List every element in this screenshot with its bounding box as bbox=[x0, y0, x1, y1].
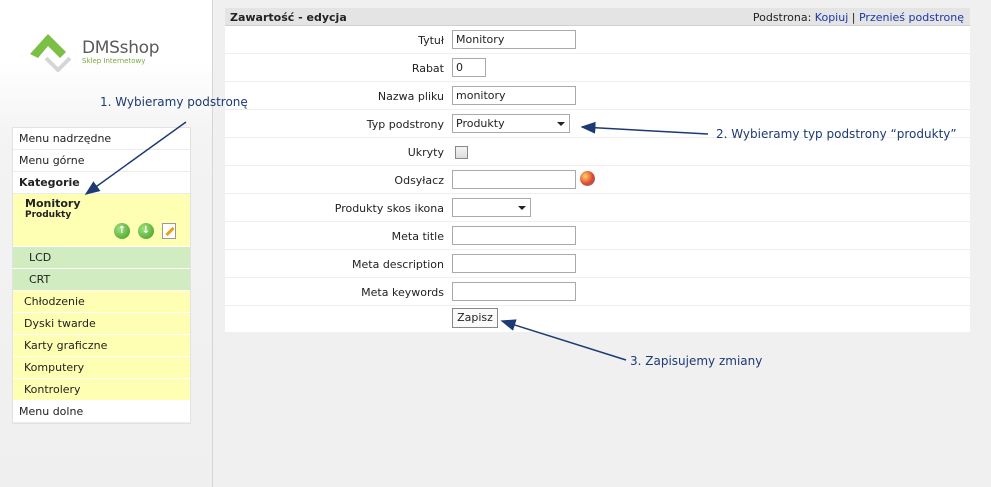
logo-text: DMSshop bbox=[82, 38, 160, 58]
edit-icon[interactable] bbox=[162, 223, 176, 239]
sidebar-item-menu-nadrzedne[interactable]: Menu nadrzędne bbox=[13, 128, 190, 150]
move-down-icon[interactable]: ↓ bbox=[138, 223, 154, 239]
row-skos: Produkty skos ikona bbox=[225, 194, 970, 222]
panel-links: Podstrona: Kopiuj | Przenieś podstronę bbox=[753, 11, 964, 24]
page-type-value: Produkty bbox=[456, 117, 505, 130]
chevron-down-icon bbox=[557, 122, 565, 126]
link-separator: | bbox=[851, 11, 856, 24]
logo-tagline: Sklep Internetowy bbox=[82, 57, 146, 65]
save-button[interactable]: Zapisz bbox=[452, 308, 498, 328]
meta-description-input[interactable] bbox=[452, 254, 576, 273]
sidebar-item-monitory-active[interactable]: Monitory Produkty ↑ ↓ bbox=[13, 194, 190, 247]
row-ukryty: Ukryty bbox=[225, 138, 970, 166]
sidebar-item-karty[interactable]: Karty graficzne bbox=[13, 335, 190, 357]
subpage-prefix: Podstrona: bbox=[752, 11, 812, 24]
annotation-step-3: 3. Zapisujemy zmiany bbox=[630, 354, 763, 368]
label-skos-ikona: Produkty skos ikona bbox=[334, 202, 444, 215]
chevron-down-icon bbox=[518, 206, 526, 210]
row-odsylacz: Odsyłacz bbox=[225, 166, 970, 194]
discount-input[interactable]: 0 bbox=[452, 58, 486, 77]
label-meta-description: Meta description bbox=[352, 258, 444, 271]
label-ukryty: Ukryty bbox=[407, 146, 444, 159]
panel-header: Zawartość - edycja Podstrona: Kopiuj | P… bbox=[225, 8, 970, 26]
label-typ-podstrony: Typ podstrony bbox=[366, 118, 444, 131]
annotation-step-1: 1. Wybieramy podstronę bbox=[100, 95, 248, 109]
sidebar-item-menu-dolne[interactable]: Menu dolne bbox=[13, 401, 190, 423]
label-tytul: Tytuł bbox=[418, 34, 444, 47]
sidebar-item-chlodzenie[interactable]: Chłodzenie bbox=[13, 291, 190, 313]
filename-input[interactable]: monitory bbox=[452, 86, 576, 105]
panel-title: Zawartość - edycja bbox=[230, 11, 347, 24]
move-up-icon[interactable]: ↑ bbox=[114, 223, 130, 239]
page-type-select[interactable]: Produkty bbox=[452, 114, 570, 133]
redirect-input[interactable] bbox=[452, 170, 576, 189]
label-odsylacz: Odsyłacz bbox=[394, 174, 444, 187]
copy-link[interactable]: Kopiuj bbox=[815, 11, 848, 24]
logo: DMSshop Sklep Internetowy bbox=[26, 28, 176, 73]
hidden-checkbox[interactable] bbox=[455, 146, 468, 159]
label-nazwa-pliku: Nazwa pliku bbox=[377, 90, 444, 103]
logo-icon bbox=[30, 34, 72, 73]
content-edit-panel: Zawartość - edycja Podstrona: Kopiuj | P… bbox=[225, 8, 970, 332]
move-subpage-link[interactable]: Przenieś podstronę bbox=[859, 11, 964, 24]
row-nazwa: Nazwa pliku monitory bbox=[225, 82, 970, 110]
sidebar-item-komputery[interactable]: Komputery bbox=[13, 357, 190, 379]
row-meta-title: Meta title bbox=[225, 222, 970, 250]
active-item-actions: ↑ ↓ bbox=[114, 223, 176, 239]
active-item-title: Monitory bbox=[25, 197, 81, 210]
meta-title-input[interactable] bbox=[452, 226, 576, 245]
label-meta-title: Meta title bbox=[391, 230, 444, 243]
meta-keywords-input[interactable] bbox=[452, 282, 576, 301]
sidebar-item-dyski[interactable]: Dyski twarde bbox=[13, 313, 190, 335]
skos-icon-select[interactable] bbox=[452, 198, 531, 217]
sidebar-item-crt[interactable]: CRT bbox=[13, 269, 190, 291]
sidebar-menu: Menu nadrzędne Menu górne Kategorie Moni… bbox=[12, 127, 191, 424]
row-rabat: Rabat 0 bbox=[225, 54, 970, 82]
label-meta-keywords: Meta keywords bbox=[361, 286, 444, 299]
link-picker-icon[interactable] bbox=[580, 171, 595, 186]
sidebar-item-kategorie[interactable]: Kategorie bbox=[13, 172, 190, 194]
active-item-type: Produkty bbox=[25, 210, 72, 220]
annotation-step-2: 2. Wybieramy typ podstrony “produkty” bbox=[716, 127, 957, 141]
row-meta-keywords: Meta keywords bbox=[225, 278, 970, 306]
row-tytul: Tytuł Monitory bbox=[225, 26, 970, 54]
sidebar-item-lcd[interactable]: LCD bbox=[13, 247, 190, 269]
sidebar-item-kontrolery[interactable]: Kontrolery bbox=[13, 379, 190, 401]
label-rabat: Rabat bbox=[411, 62, 444, 75]
row-meta-description: Meta description bbox=[225, 250, 970, 278]
title-input[interactable]: Monitory bbox=[452, 30, 576, 49]
sidebar-item-menu-gorne[interactable]: Menu górne bbox=[13, 150, 190, 172]
